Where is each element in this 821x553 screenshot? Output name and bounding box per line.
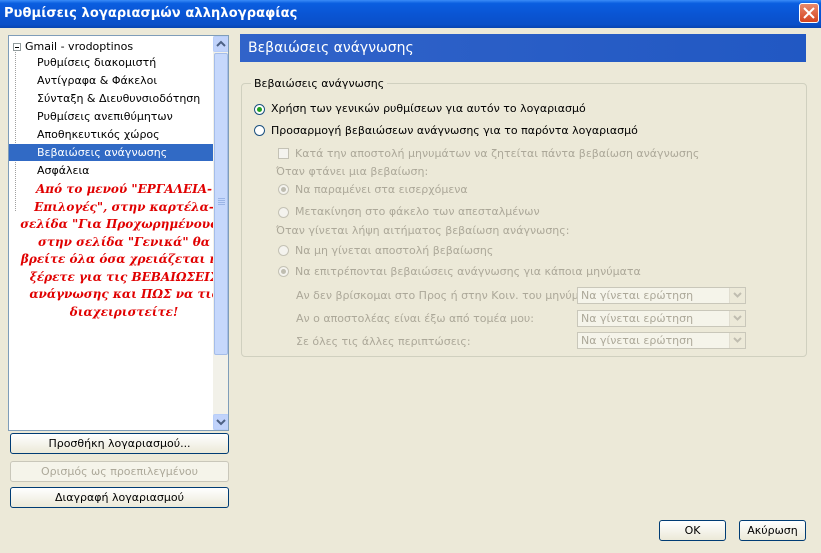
never-send-radio[interactable] (278, 245, 289, 256)
leave-inbox-radio[interactable] (278, 184, 289, 195)
rule-other-cases-select[interactable]: Να γίνεται ερώτηση (577, 332, 746, 349)
never-send-label[interactable]: Να μη γίνεται αποστολή βεβαίωσης (295, 244, 493, 257)
close-button[interactable] (799, 3, 819, 23)
set-default-button[interactable]: Ορισμός ως προεπιλεγμένου (10, 461, 229, 482)
annotation-note: Από το μενού "ΕΡΓΑΛΕΙΑ-Επιλογές", στην κ… (20, 182, 228, 319)
tree-item-junk-settings[interactable]: Ρυθμίσεις ανεπιθύμητων (37, 108, 173, 125)
grip-line (218, 202, 225, 203)
scroll-down-button[interactable] (213, 414, 228, 430)
tree-item-disk-space[interactable]: Αποθηκευτικός χώρος (37, 126, 160, 143)
add-account-button[interactable]: Προσθήκη λογαριασμού... (10, 433, 229, 454)
ok-button[interactable]: OK (659, 520, 726, 541)
rule-other-cases-label: Σε όλες τις άλλες περιπτώσεις: (296, 335, 471, 348)
dropdown-button[interactable] (729, 288, 745, 303)
grip-line (218, 204, 225, 205)
tree-item-composition[interactable]: Σύνταξη & Διευθυνσιοδότηση (37, 90, 200, 107)
account-settings-window: Ρυθμίσεις λογαριασμών αλληλογραφίας Gmai… (0, 0, 821, 553)
scroll-thumb[interactable] (214, 53, 228, 355)
close-icon (803, 7, 815, 19)
tree-item-copies-folders[interactable]: Αντίγραφα & Φάκελοι (37, 72, 157, 89)
customize-label[interactable]: Προσαρμογή βεβαιώσεων ανάγνωσης για το π… (271, 124, 638, 137)
leave-inbox-label[interactable]: Να παραμένει στα εισερχόμενα (295, 183, 468, 196)
tree-connector (15, 49, 17, 211)
always-request-label[interactable]: Κατά την αποστολή μηνυμάτων να ζητείται … (295, 147, 699, 160)
collapse-icon[interactable] (13, 43, 21, 51)
when-requested-label: Όταν γίνεται λήψη αιτήματος βεβαίωση ανά… (276, 224, 570, 237)
grip-line (218, 198, 225, 199)
always-request-checkbox[interactable] (278, 148, 289, 159)
allow-some-radio[interactable] (278, 266, 289, 277)
account-tree[interactable]: Gmail - vrodoptinos Ρυθμίσεις διακομιστή… (8, 35, 229, 431)
panel-header: Βεβαιώσεις ανάγνωσης (240, 34, 806, 62)
tree-item-return-receipts[interactable]: Βεβαιώσεις ανάγνωσης (9, 144, 213, 161)
select-value: Να γίνεται ερώτηση (581, 334, 694, 347)
window-title: Ρυθμίσεις λογαριασμών αλληλογραφίας (4, 6, 298, 21)
chevron-down-icon (733, 315, 742, 321)
rule-outside-domain-select[interactable]: Να γίνεται ερώτηση (577, 310, 746, 327)
cancel-button[interactable]: Ακύρωση (739, 520, 806, 541)
rule-not-in-to-cc-select[interactable]: Να γίνεται ερώτηση (577, 287, 746, 304)
chevron-up-icon (216, 40, 226, 47)
use-global-label[interactable]: Χρήση των γενικών ρυθμίσεων για αυτόν το… (271, 102, 586, 115)
dropdown-button[interactable] (729, 311, 745, 326)
delete-account-button[interactable]: Διαγραφή λογαριασμού (10, 487, 229, 508)
chevron-down-icon (733, 337, 742, 343)
title-bar[interactable]: Ρυθμίσεις λογαριασμών αλληλογραφίας (0, 0, 821, 28)
rule-not-in-to-cc-label: Αν δεν βρίσκομαι στο Προς ή στην Κοιν. τ… (296, 289, 610, 302)
chevron-down-icon (733, 292, 742, 298)
tree-account-label: Gmail - vrodoptinos (25, 40, 134, 53)
grip-line (218, 200, 225, 201)
select-value: Να γίνεται ερώτηση (581, 289, 694, 302)
group-label: Βεβαιώσεις ανάγνωσης (251, 77, 388, 90)
when-arrives-label: Όταν φτάνει μια βεβαίωση: (276, 165, 429, 178)
chevron-down-icon (216, 419, 226, 426)
dropdown-button[interactable] (729, 333, 745, 348)
tree-item-server-settings[interactable]: Ρυθμίσεις διακομιστή (37, 54, 156, 71)
move-sent-label[interactable]: Μετακίνηση στο φάκελο των απεσταλμένων (295, 205, 540, 218)
tree-item-security[interactable]: Ασφάλεια (37, 162, 89, 179)
use-global-radio[interactable] (254, 104, 265, 115)
select-value: Να γίνεται ερώτηση (581, 312, 694, 325)
scroll-up-button[interactable] (213, 36, 228, 52)
allow-some-label[interactable]: Να επιτρέπονται βεβαιώσεις ανάγνωσης για… (295, 265, 641, 278)
customize-radio[interactable] (254, 125, 265, 136)
rule-outside-domain-label: Αν ο αποστολέας είναι έξω από τομέα μου: (296, 312, 534, 325)
move-sent-radio[interactable] (278, 207, 289, 218)
tree-scrollbar[interactable] (213, 36, 228, 430)
